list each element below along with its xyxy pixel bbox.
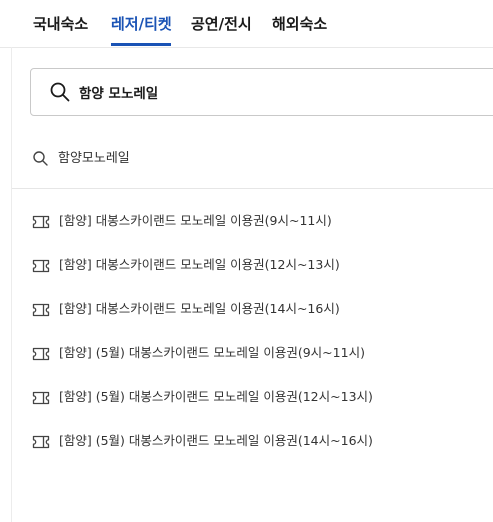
ticket-icon: [32, 434, 50, 449]
result-label: [함양] (5월) 대봉스카이랜드 모노레일 이용권(14시~16시): [59, 433, 373, 448]
result-label: [함양] (5월) 대봉스카이랜드 모노레일 이용권(12시~13시): [59, 389, 373, 404]
search-icon: [32, 150, 49, 167]
tab-leisure-ticket[interactable]: 레저/티켓: [111, 13, 172, 35]
category-tabs: 국내숙소 레저/티켓 공연/전시 해외숙소: [0, 0, 493, 48]
search-input[interactable]: [79, 80, 479, 104]
active-tab-indicator: [111, 43, 171, 46]
result-label: [함양] 대봉스카이랜드 모노레일 이용권(14시~16시): [59, 301, 340, 316]
tab-domestic-stay[interactable]: 국내숙소: [33, 13, 88, 35]
tab-performance-exhibition[interactable]: 공연/전시: [191, 13, 252, 35]
result-label: [함양] (5월) 대봉스카이랜드 모노레일 이용권(9시~11시): [59, 345, 365, 360]
suggestion-label: 함양모노레일: [58, 151, 130, 166]
ticket-icon: [32, 258, 50, 273]
ticket-icon: [32, 390, 50, 405]
result-label: [함양] 대봉스카이랜드 모노레일 이용권(12시~13시): [59, 257, 340, 272]
section-divider: [12, 188, 493, 189]
ticket-icon: [32, 214, 50, 229]
tab-overseas-stay[interactable]: 해외숙소: [272, 13, 327, 35]
search-icon[interactable]: [49, 81, 71, 103]
left-divider: [11, 47, 12, 522]
search-box[interactable]: [30, 68, 493, 116]
ticket-icon: [32, 346, 50, 361]
ticket-icon: [32, 302, 50, 317]
result-label: [함양] 대봉스카이랜드 모노레일 이용권(9시~11시): [59, 213, 332, 228]
